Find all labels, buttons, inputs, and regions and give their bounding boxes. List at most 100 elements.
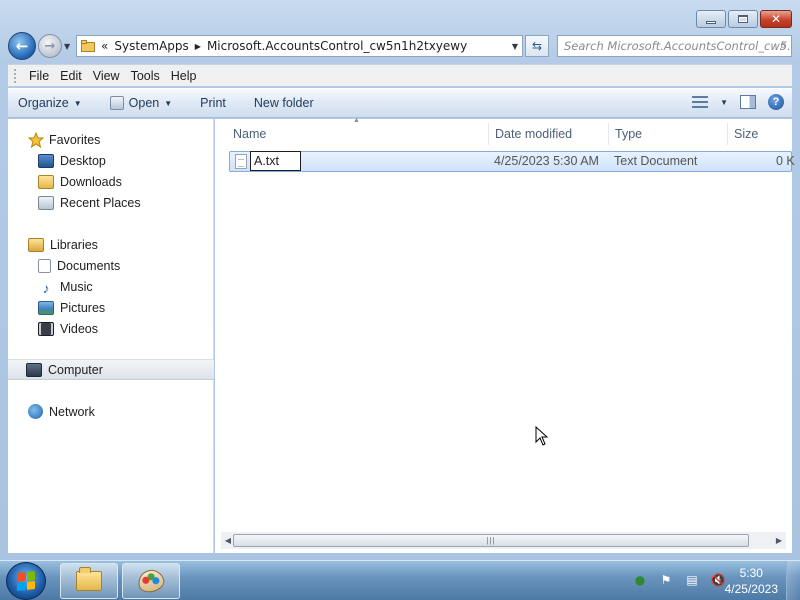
- nav-item-documents[interactable]: Documents: [8, 255, 214, 276]
- menu-tools[interactable]: Tools: [127, 69, 167, 83]
- forward-button[interactable]: →: [38, 34, 62, 58]
- libraries-icon: [28, 237, 44, 252]
- pictures-icon: [38, 300, 54, 315]
- rename-text: A.txt: [254, 154, 280, 168]
- open-label: Open: [128, 96, 160, 110]
- folder-icon: [81, 40, 95, 52]
- menu-help[interactable]: Help: [167, 69, 204, 83]
- network-icon: [28, 404, 43, 419]
- rename-input[interactable]: A.txt: [250, 151, 301, 171]
- paint-icon: [135, 567, 167, 595]
- column-header-type[interactable]: Type: [608, 123, 642, 145]
- chevron-down-icon[interactable]: ▼: [720, 98, 728, 107]
- refresh-button[interactable]: ⇆: [525, 35, 549, 57]
- nav-label: Videos: [60, 321, 98, 336]
- documents-icon: [38, 258, 51, 273]
- nav-item-favorites[interactable]: Favorites: [8, 129, 214, 150]
- menu-bar: File Edit View Tools Help: [8, 64, 792, 86]
- new-folder-label: New folder: [253, 96, 314, 110]
- column-label: Name: [233, 127, 267, 141]
- file-row[interactable]: A.txt 4/25/2023 5:30 AM Text Document 0 …: [229, 151, 795, 172]
- start-button[interactable]: [6, 562, 46, 600]
- chevron-down-icon: ▼: [73, 98, 82, 108]
- scroll-right-icon[interactable]: ▶: [772, 536, 786, 545]
- search-icon: ⌕: [779, 38, 787, 53]
- organize-label: Organize: [18, 96, 69, 110]
- maximize-button[interactable]: [728, 10, 758, 28]
- column-header-name[interactable]: Name: [227, 123, 266, 145]
- new-folder-button[interactable]: New folder: [254, 96, 314, 110]
- nav-item-downloads[interactable]: Downloads: [8, 171, 214, 192]
- file-size: 0 K: [776, 154, 795, 168]
- column-header-date-modified[interactable]: Date modified: [488, 123, 572, 145]
- music-icon: ♪: [42, 279, 50, 296]
- volume-muted-icon[interactable]: 🔇: [710, 572, 726, 588]
- minimize-button[interactable]: [696, 10, 726, 28]
- breadcrumb-item-current[interactable]: Microsoft.AccountsControl_cw5n1h2txyewy: [207, 39, 467, 53]
- minimize-icon: [706, 20, 716, 24]
- view-options-icon[interactable]: [692, 96, 709, 108]
- downloads-folder-icon: [38, 174, 54, 189]
- column-label: Type: [615, 127, 643, 141]
- horizontal-scrollbar[interactable]: ◀ ||| ▶: [221, 532, 786, 549]
- nav-item-music[interactable]: ♪ Music: [8, 276, 214, 297]
- command-bar: Organize ▼ Open ▼ Print New folder ▼ ?: [8, 88, 792, 118]
- breadcrumb: « SystemApps ▶ Microsoft.AccountsControl…: [81, 39, 467, 53]
- flag-icon[interactable]: ⚑: [658, 572, 674, 588]
- organize-button[interactable]: Organize ▼: [18, 96, 82, 110]
- address-dropdown-icon[interactable]: ▼: [512, 42, 518, 51]
- star-icon: [28, 131, 44, 148]
- nav-item-computer[interactable]: Computer: [8, 359, 214, 380]
- open-icon: [109, 96, 124, 110]
- preview-pane-icon[interactable]: [740, 95, 756, 109]
- open-button[interactable]: Open ▼: [109, 96, 172, 110]
- menu-view[interactable]: View: [89, 69, 127, 83]
- nav-label: Documents: [57, 258, 121, 273]
- taskbar-paint-button[interactable]: [122, 563, 180, 599]
- print-label: Print: [200, 96, 226, 110]
- nav-item-network[interactable]: Network: [8, 401, 214, 422]
- column-label: Date modified: [495, 127, 573, 141]
- network-status-icon[interactable]: ▤: [684, 572, 700, 588]
- column-headers: ▲ Name Date modified Type Size: [215, 117, 792, 145]
- search-box[interactable]: Search Microsoft.AccountsControl_cw5... …: [557, 35, 792, 57]
- column-header-size[interactable]: Size: [727, 123, 758, 145]
- help-icon[interactable]: ?: [768, 94, 784, 110]
- back-button[interactable]: ←: [8, 32, 36, 60]
- system-tray: ● ⚑ ▤ 🔇: [632, 572, 726, 588]
- nav-label: Favorites: [49, 132, 101, 147]
- file-list-pane: ▲ Name Date modified Type Size A.txt 4/2…: [215, 117, 795, 553]
- breadcrumb-separator-icon[interactable]: ▶: [195, 42, 201, 51]
- view-controls: ▼ ?: [692, 94, 784, 110]
- search-input[interactable]: Search Microsoft.AccountsControl_cw5...: [564, 39, 791, 53]
- menu-file[interactable]: File: [25, 69, 56, 83]
- menu-edit[interactable]: Edit: [56, 69, 89, 83]
- nav-item-recent-places[interactable]: Recent Places: [8, 192, 214, 213]
- taskbar: ● ⚑ ▤ 🔇 5:30 4/25/2023: [0, 560, 800, 600]
- explorer-icon: [76, 567, 102, 591]
- recent-places-icon: [38, 195, 54, 210]
- chevron-down-icon[interactable]: ▼: [164, 99, 172, 108]
- address-bar[interactable]: « SystemApps ▶ Microsoft.AccountsControl…: [76, 35, 523, 57]
- nav-item-videos[interactable]: Videos: [8, 318, 214, 339]
- nav-item-libraries[interactable]: Libraries: [8, 234, 214, 255]
- close-button[interactable]: ✕: [760, 10, 792, 28]
- breadcrumb-overflow[interactable]: «: [101, 39, 108, 53]
- action-center-icon[interactable]: ●: [632, 572, 648, 588]
- nav-label: Libraries: [50, 237, 98, 252]
- breadcrumb-item-systemapps[interactable]: SystemApps: [114, 39, 188, 53]
- scrollbar-thumb[interactable]: |||: [233, 534, 749, 547]
- navigation-pane: Favorites Desktop Downloads Recent Place…: [8, 119, 214, 553]
- nav-item-pictures[interactable]: Pictures: [8, 297, 214, 318]
- recent-pages-dropdown[interactable]: ▼: [64, 42, 76, 51]
- nav-item-desktop[interactable]: Desktop: [8, 150, 214, 171]
- arrow-left-icon: ←: [15, 37, 29, 55]
- refresh-icon: ⇆: [531, 39, 543, 53]
- column-label: Size: [734, 127, 759, 141]
- taskbar-explorer-button[interactable]: [60, 563, 118, 599]
- clock[interactable]: 5:30 4/25/2023: [725, 565, 778, 597]
- show-desktop-button[interactable]: [786, 561, 800, 600]
- print-button[interactable]: Print: [200, 96, 226, 110]
- file-date-modified: 4/25/2023 5:30 AM: [494, 154, 599, 168]
- menu-grip: [14, 68, 17, 83]
